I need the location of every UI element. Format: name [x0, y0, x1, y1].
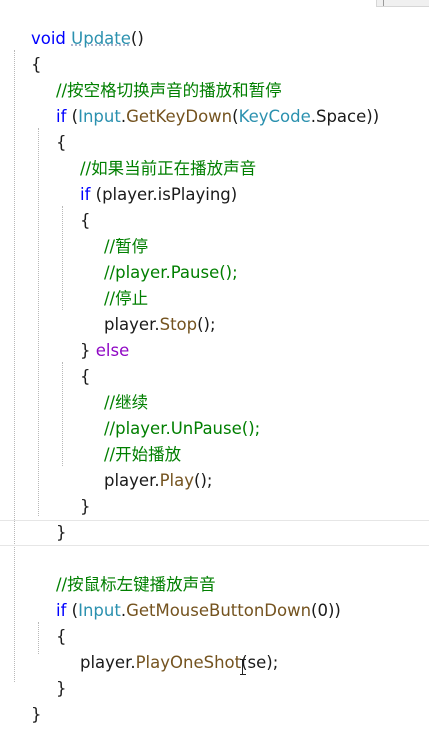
code-line-if-isplaying[interactable]: if (player.isPlaying): [59, 156, 237, 204]
comment-text: ();: [241, 419, 261, 438]
code-line-play-call[interactable]: player.Play();: [83, 442, 212, 490]
punct: (0)): [311, 601, 341, 620]
type-keycode: KeyCode: [238, 107, 311, 126]
code-line-if-mousebutton[interactable]: if (Input.GetMouseButtonDown(0)): [35, 572, 341, 620]
comment-text: UnPause: [170, 419, 242, 438]
class-input: Input: [78, 601, 121, 620]
indent-guide: [14, 50, 15, 682]
code-line-open-brace[interactable]: {: [35, 598, 67, 646]
code-line-close-brace[interactable]: }: [35, 494, 67, 542]
code-line-comment[interactable]: //停止: [83, 260, 148, 308]
code-line-close-brace[interactable]: }: [59, 468, 91, 516]
call-parens: ();: [194, 471, 213, 490]
code-line-else[interactable]: } else: [59, 312, 129, 360]
brace: }: [79, 497, 91, 516]
code-line-comment[interactable]: //开始播放: [83, 416, 181, 464]
method-getmousebuttondown: GetMouseButtonDown: [126, 601, 312, 620]
code-line-open-brace[interactable]: {: [35, 104, 67, 152]
punct: (: [66, 107, 79, 126]
method-getkeydown: GetKeyDown: [126, 107, 233, 126]
call-args: (se);: [241, 653, 279, 672]
method-play: Play: [159, 471, 195, 490]
code-line-close-brace[interactable]: }: [10, 676, 42, 724]
code-editor[interactable]: void Update() { //按空格切换声音的播放和暂停 if (Inpu…: [0, 0, 429, 735]
code-line-if-keydown[interactable]: if (Input.GetKeyDown(KeyCode.Space)): [35, 78, 379, 126]
strip-divider: [383, 0, 384, 6]
code-line-comment[interactable]: //暂停: [83, 208, 148, 256]
brace: }: [30, 705, 42, 724]
code-line-comment[interactable]: //按鼠标左键播放声音: [35, 546, 216, 594]
code-line-open-brace[interactable]: {: [59, 338, 91, 386]
cursor-cap-bottom: [240, 674, 246, 675]
method-name: Update: [71, 29, 131, 48]
code-line-open-brace[interactable]: {: [59, 182, 91, 230]
class-input: Input: [78, 107, 121, 126]
method-playoneshot: PlayOneShot: [135, 653, 242, 672]
indent-guide: [38, 128, 39, 516]
code-line-open-brace[interactable]: {: [10, 26, 42, 74]
code-line-comment[interactable]: //继续: [83, 364, 148, 412]
code-line-comment[interactable]: //如果当前正在播放声音: [59, 130, 256, 178]
code-line-stop-call[interactable]: player.Stop();: [83, 286, 216, 334]
code-line-close-brace[interactable]: }: [35, 650, 67, 698]
i-beam-cursor-icon: [240, 659, 246, 675]
code-line-playoneshot-call[interactable]: player.PlayOneShot(se);: [59, 624, 278, 672]
object-player: player.: [79, 653, 136, 672]
editor-top-strip: [376, 0, 429, 7]
cursor-cap-top: [240, 659, 246, 660]
brace: }: [55, 679, 67, 698]
object-player: player.: [103, 471, 160, 490]
code-line-comment[interactable]: //player.UnPause();: [83, 390, 260, 438]
code-line-comment[interactable]: //player.Pause();: [83, 234, 238, 282]
method-params: (): [130, 29, 144, 48]
cursor-stem: [242, 660, 243, 674]
member-space: Space: [315, 107, 367, 126]
call-parens: ();: [197, 315, 216, 334]
condition-expression: (player.isPlaying): [90, 185, 238, 204]
keyword-else: else: [95, 341, 130, 360]
punct: )): [366, 107, 380, 126]
brace: }: [55, 523, 67, 542]
comment-text: ();: [219, 263, 238, 282]
method-stop: Stop: [159, 315, 198, 334]
punct: (: [66, 601, 79, 620]
code-line-comment[interactable]: //按空格切换声音的播放和暂停: [35, 52, 282, 100]
comment-text: Pause: [170, 263, 220, 282]
code-line-method-signature[interactable]: void Update(): [10, 0, 144, 48]
